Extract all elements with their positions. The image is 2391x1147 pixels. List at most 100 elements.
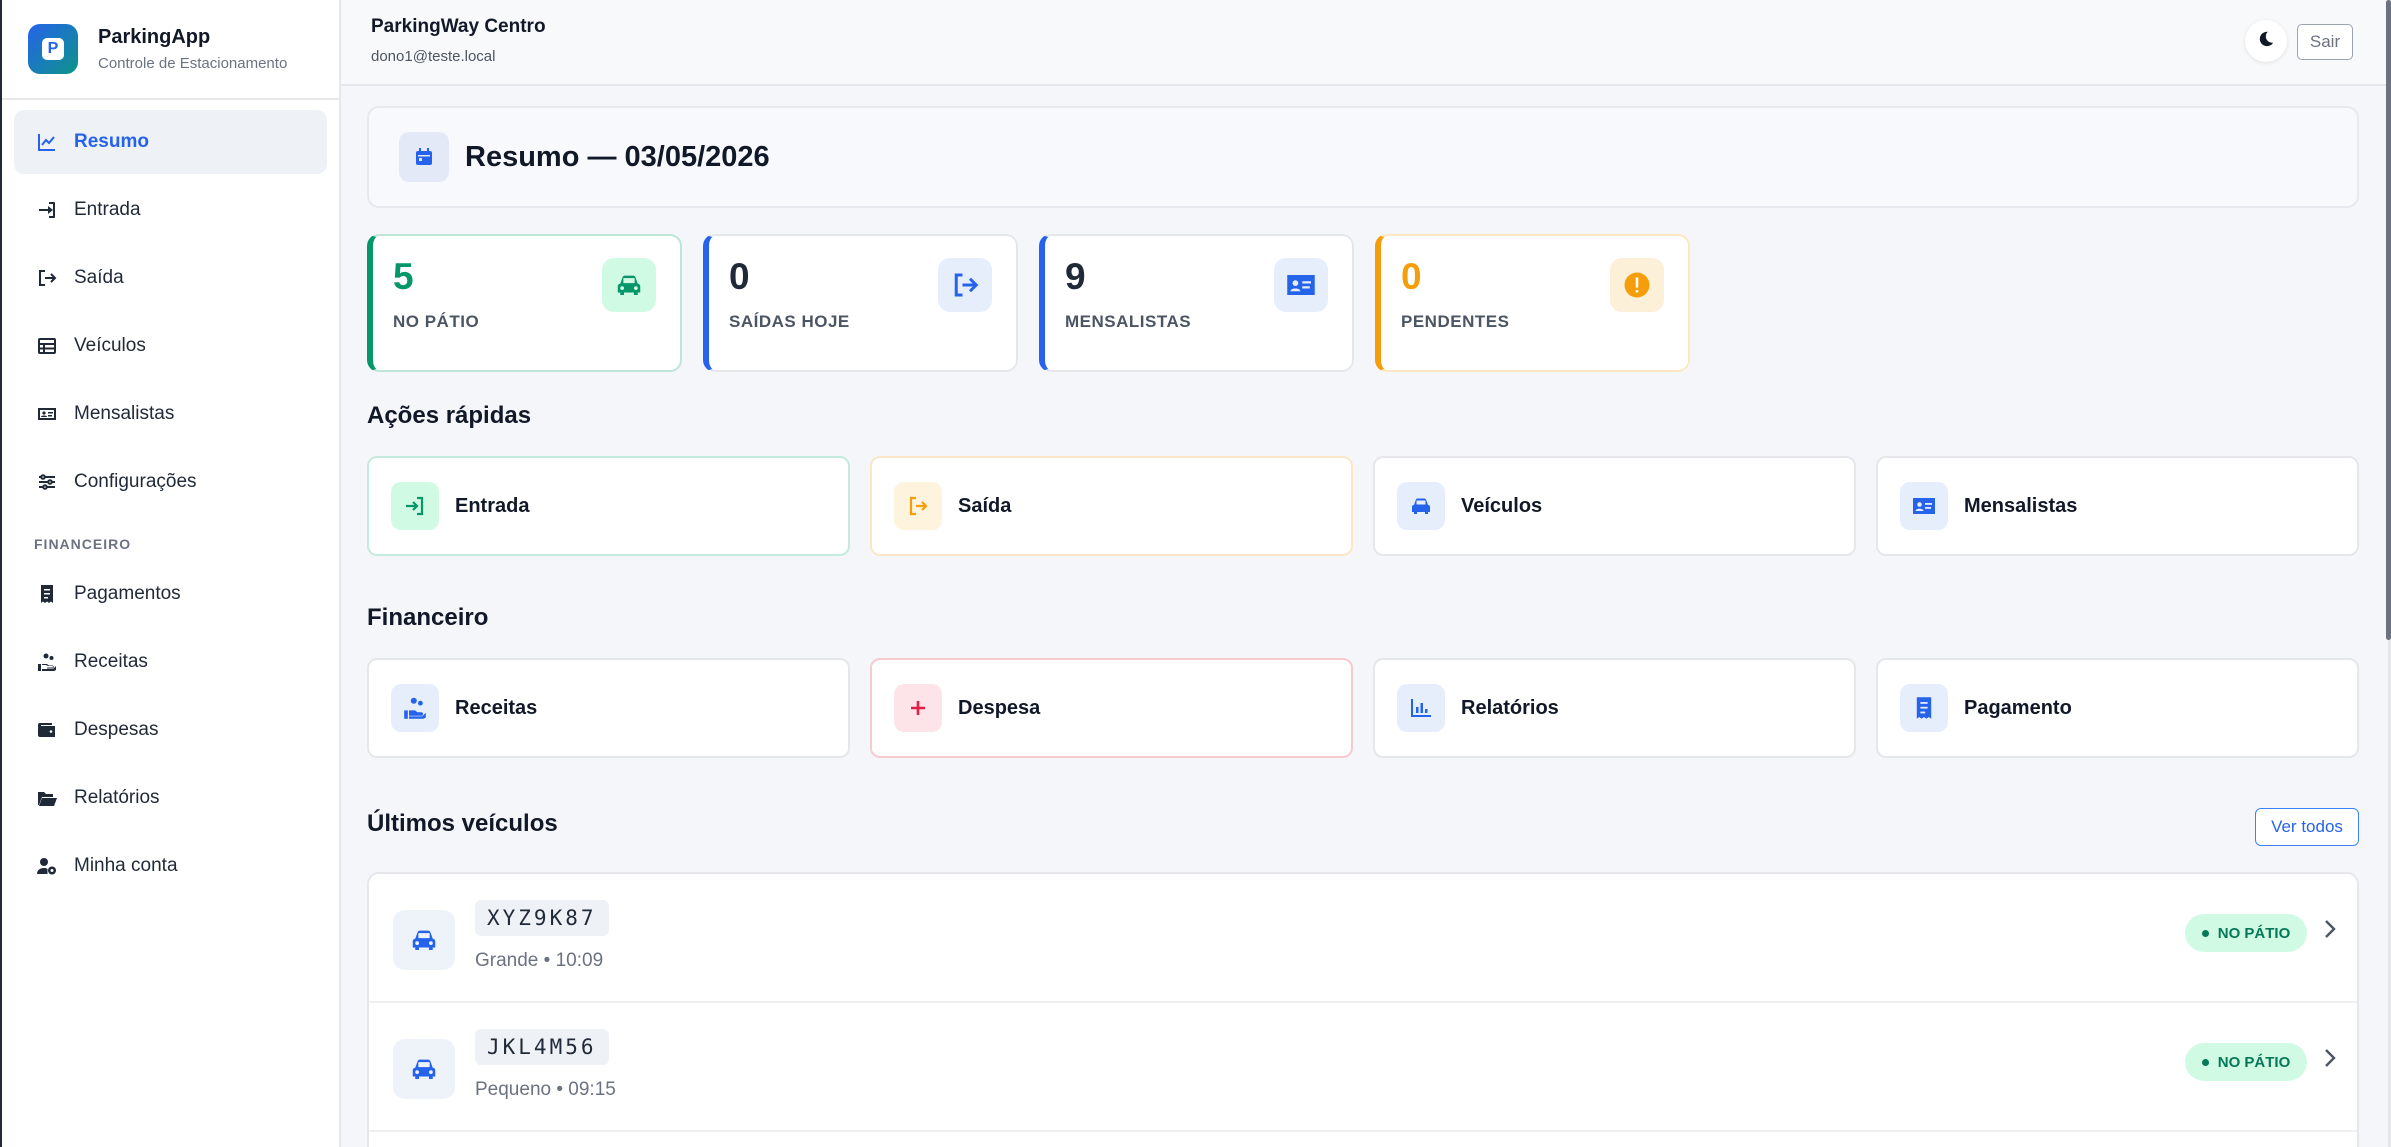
car-icon	[393, 910, 455, 970]
quick-action-entrada[interactable]: Entrada	[367, 456, 850, 556]
stat-label: MENSALISTAS	[1065, 312, 1192, 331]
moon-icon	[2257, 30, 2275, 53]
sidebar-item-label: Relatórios	[74, 787, 160, 808]
sidebar-item-label: Entrada	[74, 199, 141, 220]
sidebar-item-label: Saída	[74, 267, 124, 288]
vehicle-list: XYZ9K87 Grande • 10:09 NO PÁTIO JKL4M56 …	[367, 872, 2359, 1147]
status-badge: NO PÁTIO	[2185, 1043, 2307, 1081]
sidebar: P ParkingApp Controle de Estacionamento …	[0, 0, 341, 1147]
stat-label: SAÍDAS HOJE	[729, 312, 850, 331]
sidebar-item-entrada[interactable]: Entrada	[14, 178, 327, 242]
sign-out-icon	[36, 267, 58, 289]
vehicle-meta: Pequeno • 09:15	[475, 1079, 616, 1100]
quick-action-label: Veículos	[1461, 494, 1543, 517]
hand-coins-icon	[36, 651, 58, 673]
sidebar-item-configuracoes[interactable]: Configurações	[14, 450, 327, 514]
vehicle-plate: JKL4M56	[475, 1029, 609, 1065]
quick-action-mensalistas[interactable]: Mensalistas	[1876, 456, 2359, 556]
vehicle-row[interactable]: JKL4M56 Pequeno • 09:15 NO PÁTIO	[369, 1003, 2357, 1132]
sidebar-item-label: Configurações	[74, 471, 197, 492]
sign-out-icon	[894, 482, 942, 530]
see-all-button[interactable]: Ver todos	[2255, 808, 2359, 846]
stat-card-mensalistas[interactable]: 9 MENSALISTAS	[1039, 234, 1354, 372]
sidebar-item-minha-conta[interactable]: Minha conta	[14, 834, 327, 898]
finance-title: Financeiro	[367, 604, 489, 631]
finance-action-despesa[interactable]: Despesa	[870, 658, 1353, 758]
receipt-icon	[36, 583, 58, 605]
page-title: Resumo — 03/05/2026	[465, 140, 770, 173]
id-card-icon	[1900, 482, 1948, 530]
finance-action-label: Pagamento	[1964, 696, 2072, 719]
parking-name: ParkingWay Centro	[371, 16, 546, 37]
stat-value: 0	[1401, 256, 1422, 297]
app-logo: P	[28, 24, 78, 74]
wallet-icon	[36, 719, 58, 741]
sidebar-item-saida[interactable]: Saída	[14, 246, 327, 310]
hand-coins-icon	[391, 684, 439, 732]
quick-action-saida[interactable]: Saída	[870, 456, 1353, 556]
sidebar-item-label: Receitas	[74, 651, 148, 672]
stat-label: NO PÁTIO	[393, 312, 480, 331]
app-subtitle: Controle de Estacionamento	[98, 55, 288, 72]
vehicle-plate: XYZ9K87	[475, 900, 609, 936]
sidebar-item-mensalistas[interactable]: Mensalistas	[14, 382, 327, 446]
sidebar-section-financeiro: FINANCEIRO	[34, 536, 132, 552]
quick-action-veiculos[interactable]: Veículos	[1373, 456, 1856, 556]
sign-in-icon	[391, 482, 439, 530]
table-icon	[36, 335, 58, 357]
sidebar-item-label: Despesas	[74, 719, 159, 740]
quick-action-label: Saída	[958, 494, 1012, 517]
sidebar-nav: Resumo Entrada Saída Veículos Mensalista…	[2, 100, 339, 912]
finance-action-receitas[interactable]: Receitas	[367, 658, 850, 758]
app-name: ParkingApp	[98, 26, 211, 48]
sidebar-item-label: Pagamentos	[74, 583, 181, 604]
finance-action-label: Receitas	[455, 696, 538, 719]
quick-action-label: Mensalistas	[1964, 494, 2078, 517]
chevron-right-icon[interactable]	[2319, 918, 2341, 940]
receipt-icon	[1900, 684, 1948, 732]
sidebar-item-label: Resumo	[74, 131, 149, 152]
topbar: ParkingWay Centro dono1@teste.local Sair	[341, 0, 2388, 86]
quick-actions-title: Ações rápidas	[367, 402, 532, 429]
alert-icon	[1610, 258, 1664, 312]
stat-card-no-patio[interactable]: 5 NO PÁTIO	[367, 234, 682, 372]
vehicle-meta: Grande • 10:09	[475, 950, 604, 971]
bar-chart-icon	[1397, 684, 1445, 732]
calendar-icon	[399, 132, 449, 182]
exit-icon	[938, 258, 992, 312]
stat-value: 0	[729, 256, 750, 297]
stat-card-saidas-hoje[interactable]: 0 SAÍDAS HOJE	[703, 234, 1018, 372]
vehicles-title: Últimos veículos	[367, 810, 558, 837]
sidebar-item-veiculos[interactable]: Veículos	[14, 314, 327, 378]
finance-action-label: Relatórios	[1461, 696, 1559, 719]
theme-toggle-button[interactable]	[2245, 20, 2287, 62]
stat-card-pendentes[interactable]: 0 PENDENTES	[1375, 234, 1690, 372]
sign-in-icon	[36, 199, 58, 221]
chart-line-icon	[36, 131, 58, 153]
sidebar-item-label: Minha conta	[74, 855, 178, 876]
user-email: dono1@teste.local	[371, 48, 496, 65]
sidebar-item-pagamentos[interactable]: Pagamentos	[14, 562, 327, 626]
sidebar-item-despesas[interactable]: Despesas	[14, 698, 327, 762]
logout-button[interactable]: Sair	[2297, 24, 2353, 60]
sidebar-item-resumo[interactable]: Resumo	[14, 110, 327, 174]
id-card-icon	[1274, 258, 1328, 312]
car-icon	[1397, 482, 1445, 530]
car-icon	[393, 1039, 455, 1099]
sidebar-item-relatorios[interactable]: Relatórios	[14, 766, 327, 830]
vehicle-row[interactable]: XYZ9K87 Grande • 10:09 NO PÁTIO	[369, 874, 2357, 1003]
id-card-icon	[36, 403, 58, 425]
car-icon	[602, 258, 656, 312]
summary-header: Resumo — 03/05/2026	[367, 106, 2359, 208]
sidebar-item-receitas[interactable]: Receitas	[14, 630, 327, 694]
finance-action-label: Despesa	[958, 696, 1041, 719]
main-content: Resumo — 03/05/2026 5 NO PÁTIO 0 SAÍDAS …	[341, 86, 2388, 1147]
chevron-right-icon[interactable]	[2319, 1047, 2341, 1069]
stat-label: PENDENTES	[1401, 312, 1510, 331]
finance-action-relatorios[interactable]: Relatórios	[1373, 658, 1856, 758]
finance-action-pagamento[interactable]: Pagamento	[1876, 658, 2359, 758]
sidebar-item-label: Mensalistas	[74, 403, 175, 424]
quick-action-label: Entrada	[455, 494, 530, 517]
plus-icon	[894, 684, 942, 732]
user-gear-icon	[36, 855, 58, 877]
